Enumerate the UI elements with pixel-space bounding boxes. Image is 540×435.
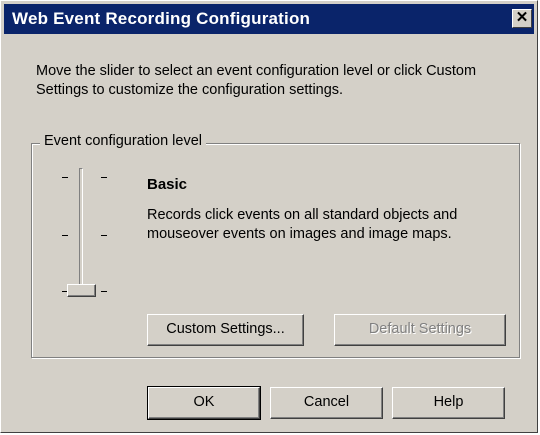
slider-track[interactable] — [79, 168, 83, 291]
title-bar: Web Event Recording Configuration ✕ — [4, 4, 534, 34]
slider-tick — [101, 235, 107, 236]
cancel-button[interactable]: Cancel — [270, 387, 383, 419]
slider-tick — [62, 177, 68, 178]
description-text: Move the slider to select an event confi… — [36, 63, 477, 98]
default-settings-button[interactable]: Default Settings — [334, 314, 506, 346]
ok-button[interactable]: OK — [147, 386, 261, 420]
groupbox-label: Event configuration level — [40, 133, 206, 149]
custom-settings-button[interactable]: Custom Settings... — [147, 314, 304, 346]
close-icon[interactable]: ✕ — [512, 9, 532, 28]
level-description: Records click events on all standard obj… — [147, 207, 458, 242]
window-title: Web Event Recording Configuration — [12, 9, 311, 28]
slider-tick — [101, 291, 107, 292]
slider-tick — [101, 177, 107, 178]
slider-tick — [62, 235, 68, 236]
help-button[interactable]: Help — [392, 387, 505, 419]
slider-thumb[interactable] — [67, 284, 96, 297]
level-title: Basic — [147, 176, 188, 193]
